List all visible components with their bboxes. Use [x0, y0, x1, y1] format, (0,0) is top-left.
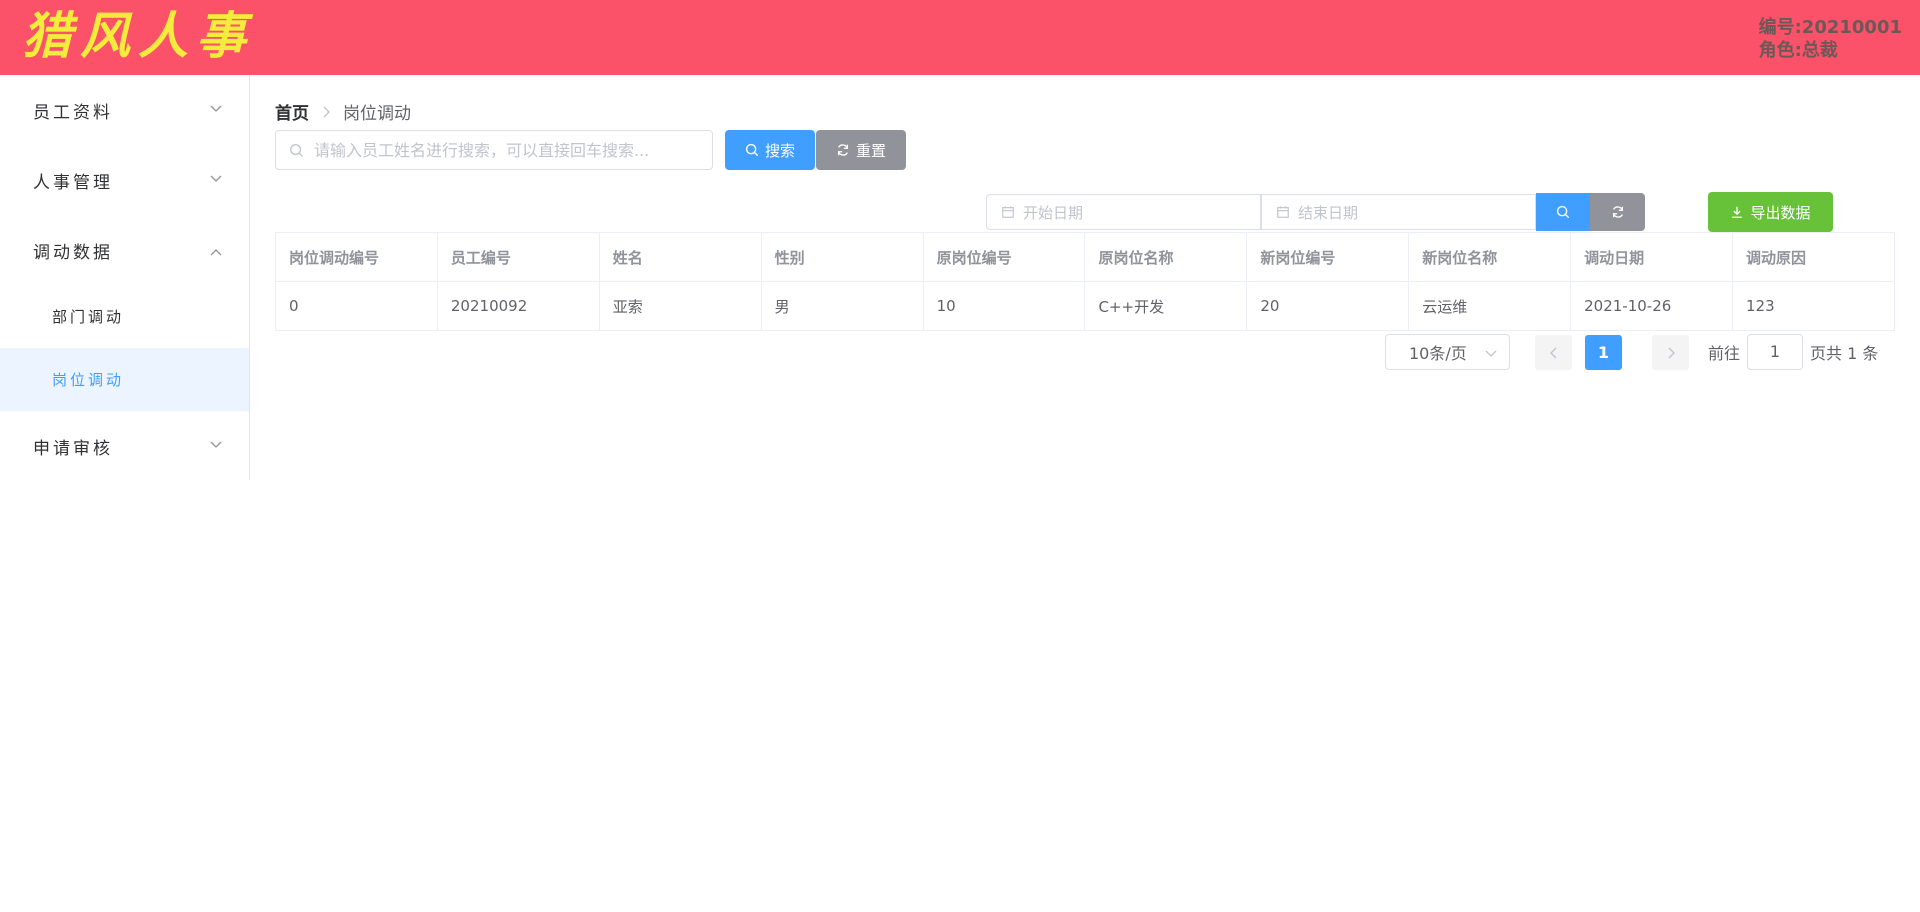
sidebar-menu: 员工资料 人事管理 调动数据 部门调动 岗位调动 申请审核 — [0, 75, 250, 480]
page-number-1[interactable]: 1 — [1585, 335, 1622, 370]
position-transfer-table: 岗位调动编号 员工编号 姓名 性别 原岗位编号 原岗位名称 新岗位编号 新岗位名… — [275, 232, 1895, 331]
search-icon — [290, 143, 304, 157]
search-button-label: 搜索 — [764, 141, 795, 160]
refresh-icon — [1612, 206, 1623, 218]
prev-page-button[interactable] — [1535, 335, 1572, 370]
reset-button-label: 重置 — [855, 141, 886, 160]
goto-page-input[interactable]: 1 — [1747, 334, 1804, 370]
date-reset-button[interactable] — [1590, 193, 1645, 231]
refresh-icon — [837, 144, 849, 156]
menu-label: 人事管理 — [33, 172, 113, 193]
search-field[interactable] — [275, 130, 713, 170]
reset-button[interactable]: 重置 — [816, 130, 906, 170]
calendar-icon — [1002, 206, 1014, 218]
calendar-icon — [1277, 206, 1289, 218]
end-date-picker[interactable]: 结束日期 — [1261, 194, 1536, 230]
menu-employee-info[interactable]: 员工资料 — [0, 75, 249, 145]
table-cell: 20 — [1246, 281, 1410, 331]
page-size-value: 10条/页 — [1409, 344, 1467, 363]
column-header: 原岗位编号 — [922, 232, 1086, 282]
pagination: 10条/页 1 前往 1 页 共 1 条 — [275, 334, 1895, 370]
chevron-up-icon — [210, 249, 222, 256]
submenu-label: 岗位调动 — [52, 371, 125, 389]
table-cell: 男 — [760, 281, 924, 331]
menu-transfer-data[interactable]: 调动数据 — [0, 215, 249, 285]
goto-prefix: 前往 — [1708, 344, 1741, 363]
chevron-down-icon — [1485, 350, 1497, 357]
download-icon — [1732, 206, 1743, 218]
table-cell: 10 — [922, 281, 1086, 331]
menu-label: 调动数据 — [33, 242, 113, 263]
goto-suffix: 页 — [1810, 344, 1827, 363]
user-info: 编号:20210001 角色:总裁 — [1759, 16, 1902, 62]
search-icon — [745, 143, 759, 157]
chevron-right-icon — [1668, 347, 1675, 358]
menu-label: 员工资料 — [33, 102, 113, 123]
total-count: 共 1 条 — [1826, 344, 1879, 363]
chevron-down-icon — [210, 105, 222, 112]
table-header-row: 岗位调动编号 员工编号 姓名 性别 原岗位编号 原岗位名称 新岗位编号 新岗位名… — [275, 232, 1895, 282]
table-cell: 0 — [275, 281, 438, 331]
breadcrumb: 首页 岗位调动 — [275, 99, 411, 124]
submenu-department-transfer[interactable]: 部门调动 — [0, 285, 249, 348]
app-logo: 猎风人事 — [22, 6, 254, 65]
chevron-down-icon — [210, 441, 222, 448]
submenu-position-transfer[interactable]: 岗位调动 — [0, 348, 249, 411]
column-header: 新岗位编号 — [1246, 232, 1410, 282]
menu-application-review[interactable]: 申请审核 — [0, 411, 249, 481]
table-cell: 20210092 — [436, 281, 600, 331]
search-input[interactable] — [314, 140, 694, 160]
column-header: 调动原因 — [1732, 232, 1895, 282]
start-date-placeholder: 开始日期 — [1023, 203, 1084, 222]
menu-personnel-management[interactable]: 人事管理 — [0, 145, 249, 215]
user-role: 角色:总裁 — [1758, 40, 1838, 61]
menu-label: 申请审核 — [33, 438, 113, 459]
goto-page: 前往 1 页 共 1 条 — [1708, 334, 1878, 370]
chevron-right-icon — [323, 106, 330, 117]
column-header: 岗位调动编号 — [275, 232, 438, 282]
breadcrumb-home[interactable]: 首页 — [275, 99, 309, 124]
column-header: 新岗位名称 — [1408, 232, 1572, 282]
table-cell: 亚索 — [598, 281, 762, 331]
column-header: 员工编号 — [436, 232, 600, 282]
table-cell: 2021-10-26 — [1570, 281, 1734, 331]
export-button-label: 导出数据 — [1750, 203, 1811, 222]
chevron-down-icon — [210, 175, 222, 182]
app-header: 猎风人事 编号:20210001 角色:总裁 — [0, 0, 1920, 75]
breadcrumb-current: 岗位调动 — [343, 104, 411, 124]
page-size-select[interactable]: 10条/页 — [1385, 334, 1510, 370]
table-cell: 云运维 — [1408, 281, 1572, 331]
chevron-left-icon — [1549, 347, 1556, 358]
table-row[interactable]: 0 20210092 亚索 男 10 C++开发 20 云运维 2021-10-… — [275, 281, 1895, 331]
column-header: 原岗位名称 — [1084, 232, 1248, 282]
search-button[interactable]: 搜索 — [725, 130, 815, 170]
submenu-label: 部门调动 — [52, 308, 125, 326]
end-date-placeholder: 结束日期 — [1298, 203, 1359, 222]
date-search-button[interactable] — [1536, 193, 1590, 231]
start-date-picker[interactable]: 开始日期 — [986, 194, 1261, 230]
column-header: 姓名 — [598, 232, 762, 282]
search-icon — [1556, 205, 1570, 219]
table-cell: C++开发 — [1084, 281, 1248, 331]
export-data-button[interactable]: 导出数据 — [1708, 192, 1833, 232]
table-cell: 123 — [1732, 281, 1895, 331]
column-header: 调动日期 — [1570, 232, 1734, 282]
column-header: 性别 — [760, 232, 924, 282]
next-page-button[interactable] — [1652, 335, 1689, 370]
user-id: 编号:20210001 — [1758, 17, 1902, 38]
